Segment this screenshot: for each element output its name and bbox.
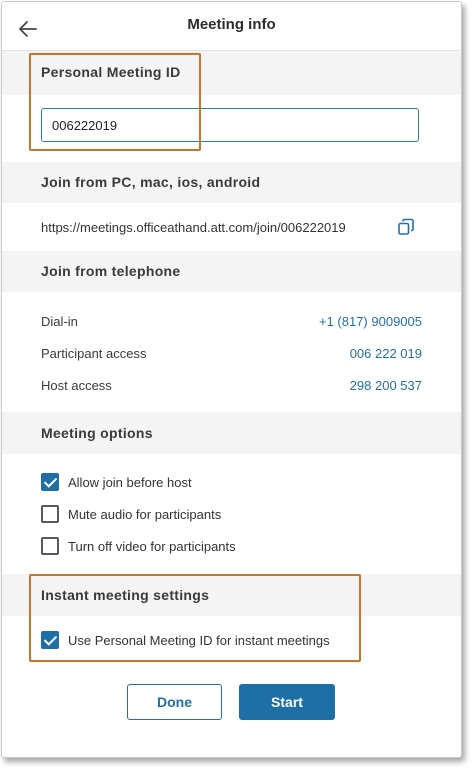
join-url: https://meetings.officeathand.att.com/jo… [41,220,346,235]
mute-audio-label: Mute audio for participants [68,506,222,522]
page-title: Meeting info [187,16,276,33]
allow-join-before-host-checkbox[interactable] [41,473,59,491]
instant-meeting-settings-heading: Instant meeting settings [2,574,461,616]
meeting-options-heading: Meeting options [2,412,461,454]
mute-audio-option[interactable]: Mute audio for participants [41,504,221,524]
participant-access-code[interactable]: 006 222 019 [350,346,422,361]
personal-meeting-id-label: Personal Meeting ID [41,64,181,80]
instant-meeting-settings-label: Instant meeting settings [41,587,210,603]
mute-audio-checkbox[interactable] [41,505,59,523]
done-button[interactable]: Done [127,684,222,720]
use-pmi-instant-option[interactable]: Use Personal Meeting ID for instant meet… [41,630,330,650]
personal-meeting-id-input[interactable] [41,108,419,142]
allow-join-before-host-option[interactable]: Allow join before host [41,472,192,492]
meeting-info-dialog: Meeting info Personal Meeting ID Join fr… [1,1,462,758]
copy-icon[interactable] [397,218,415,236]
turn-off-video-label: Turn off video for participants [68,538,236,554]
meeting-options-label: Meeting options [41,425,153,441]
participant-access-label: Participant access [41,346,147,361]
join-from-pc-label: Join from PC, mac, ios, android [41,174,261,190]
personal-meeting-id-heading: Personal Meeting ID [2,51,461,95]
use-pmi-instant-label: Use Personal Meeting ID for instant meet… [68,632,330,648]
use-pmi-instant-checkbox[interactable] [41,631,59,649]
join-from-telephone-label: Join from telephone [41,263,181,279]
join-from-telephone-heading: Join from telephone [2,251,461,292]
turn-off-video-checkbox[interactable] [41,537,59,555]
turn-off-video-option[interactable]: Turn off video for participants [41,536,236,556]
dialog-header: Meeting info [2,2,461,51]
start-button[interactable]: Start [239,684,335,720]
host-access-code[interactable]: 298 200 537 [350,378,422,393]
allow-join-before-host-label: Allow join before host [68,474,192,490]
dial-in-number[interactable]: +1 (817) 9009005 [319,314,422,329]
dial-in-label: Dial-in [41,314,78,329]
host-access-label: Host access [41,378,112,393]
join-from-pc-heading: Join from PC, mac, ios, android [2,162,461,203]
